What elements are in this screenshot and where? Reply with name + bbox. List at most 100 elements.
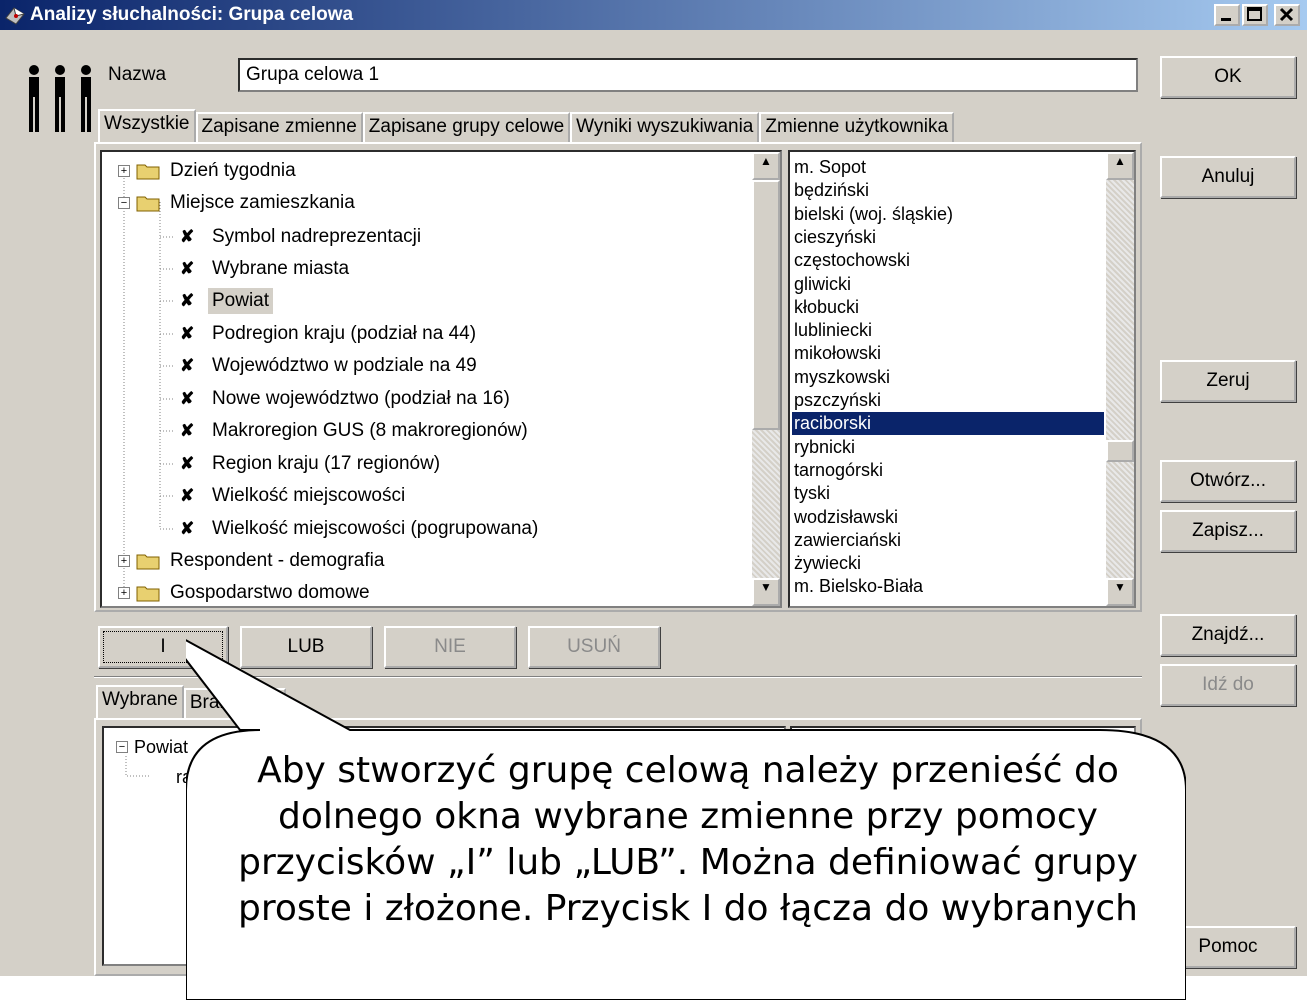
- selected-root[interactable]: − Powiat: [116, 732, 188, 762]
- variable-tree[interactable]: + Dzień tygodnia − Miejsce zamieszkania …: [100, 150, 782, 608]
- save-button-label: Zapisz...: [1192, 520, 1264, 541]
- save-button[interactable]: Zapisz...: [1160, 510, 1296, 552]
- tree-scrollbar[interactable]: ▲ ▼: [752, 152, 780, 606]
- window-title: Analizy słuchalności: Grupa celowa: [30, 4, 354, 25]
- list-item[interactable]: zawierciański: [794, 529, 901, 552]
- tree-item[interactable]: ✘ Województwo w podziale na 49: [180, 351, 477, 381]
- variable-x-icon: ✘: [180, 454, 195, 473]
- tree-item-label: Wielkość miejscowości (pogrupowana): [212, 518, 539, 539]
- tab-zapisane-zmienne[interactable]: Zapisane zmienne: [195, 112, 363, 142]
- tree-item-label: Wybrane miasta: [212, 258, 350, 279]
- tree-item-label: Województwo w podziale na 49: [212, 355, 477, 376]
- tree-item-label: Powiat: [208, 288, 274, 314]
- tab-zmienne-uzytkownika[interactable]: Zmienne użytkownika: [759, 112, 955, 142]
- and-button-label: I: [160, 636, 166, 657]
- open-folder-icon: [136, 196, 160, 212]
- ok-button-label: OK: [1214, 66, 1242, 87]
- name-input[interactable]: Grupa celowa 1: [238, 58, 1138, 92]
- variable-x-icon: ✘: [180, 291, 195, 310]
- tab-zapisane-grupy-celowe[interactable]: Zapisane grupy celowe: [362, 112, 571, 142]
- scroll-thumb[interactable]: [752, 180, 780, 430]
- list-item[interactable]: częstochowski: [794, 249, 910, 272]
- expand-icon[interactable]: +: [118, 165, 130, 177]
- tree-folder-label: Respondent - demografia: [170, 550, 385, 571]
- folder-icon: [136, 554, 160, 570]
- maximize-button[interactable]: [1242, 4, 1268, 26]
- values-scrollbar[interactable]: ▲ ▼: [1106, 152, 1134, 606]
- list-item[interactable]: m. Sopot: [794, 156, 866, 179]
- tree-item[interactable]: ✘ Wybrane miasta: [180, 254, 349, 284]
- expand-icon[interactable]: +: [118, 587, 130, 599]
- tree-folder[interactable]: + Respondent - demografia: [118, 546, 384, 576]
- list-item[interactable]: lubliniecki: [794, 319, 872, 342]
- expand-icon[interactable]: +: [118, 555, 130, 567]
- list-item[interactable]: myszkowski: [794, 366, 890, 389]
- list-item[interactable]: tyski: [794, 482, 830, 505]
- open-button[interactable]: Otwórz...: [1160, 460, 1296, 502]
- list-item[interactable]: rybnicki: [794, 436, 855, 459]
- list-item[interactable]: cieszyński: [794, 226, 876, 249]
- tree-folder[interactable]: − Miejsce zamieszkania: [118, 188, 355, 218]
- title-bar[interactable]: Analizy słuchalności: Grupa celowa: [0, 0, 1307, 30]
- cancel-button[interactable]: Anuluj: [1160, 156, 1296, 198]
- help-button-label: Pomoc: [1198, 936, 1258, 957]
- tab-wyniki-wyszukiwania[interactable]: Wyniki wyszukiwania: [570, 112, 760, 142]
- chart-app-icon: [5, 7, 25, 25]
- dialog-window: Analizy słuchalności: Grupa celowa Nazwa…: [0, 0, 1307, 1000]
- scroll-up-button[interactable]: ▲: [752, 152, 780, 180]
- close-icon: [1279, 7, 1294, 22]
- ok-button[interactable]: OK: [1160, 56, 1296, 98]
- list-item[interactable]: bielski (woj. śląskie): [794, 203, 953, 226]
- tree-item[interactable]: ✘ Wielkość miejscowości: [180, 481, 405, 511]
- close-button[interactable]: [1274, 4, 1300, 26]
- tree-folder[interactable]: + Dzień tygodnia: [118, 156, 296, 186]
- minimize-button[interactable]: [1214, 4, 1240, 26]
- tree-item-label: Region kraju (17 regionów): [212, 453, 441, 474]
- goto-button-label: Idź do: [1202, 674, 1254, 695]
- list-item[interactable]: m. Bielsko-Biała: [794, 575, 923, 598]
- folder-icon: [136, 586, 160, 602]
- scroll-thumb[interactable]: [1106, 440, 1134, 462]
- tree-item[interactable]: ✘ Makroregion GUS (8 makroregionów): [180, 416, 528, 446]
- tree-item-label: Symbol nadreprezentacji: [212, 226, 422, 247]
- variable-x-icon: ✘: [180, 356, 195, 375]
- reset-button-label: Zeruj: [1206, 370, 1250, 391]
- list-item[interactable]: gliwicki: [794, 273, 851, 296]
- cancel-button-label: Anuluj: [1201, 166, 1255, 187]
- variable-tabs: Wszystkie Zapisane zmienne Zapisane grup…: [98, 109, 955, 145]
- tree-item[interactable]: ✘ Symbol nadreprezentacji: [180, 222, 421, 252]
- list-item[interactable]: kłobucki: [794, 296, 859, 319]
- callout-text: Aby stworzyć grupę celową należy przenie…: [237, 750, 1139, 929]
- list-item[interactable]: żywiecki: [794, 552, 861, 575]
- collapse-icon[interactable]: −: [118, 197, 130, 209]
- tree-item-label: Nowe województwo (podział na 16): [212, 388, 510, 409]
- values-list[interactable]: m. Sopot będziński bielski (woj. śląskie) c…: [788, 150, 1136, 608]
- variable-x-icon: ✘: [180, 324, 195, 343]
- list-item[interactable]: tarnogórski: [794, 459, 883, 482]
- people-icon: [29, 65, 91, 132]
- collapse-icon[interactable]: −: [116, 741, 128, 753]
- list-item[interactable]: pszczyński: [794, 389, 881, 412]
- list-item-selected[interactable]: raciborski: [792, 412, 1104, 436]
- name-label: Nazwa: [108, 64, 167, 85]
- variable-x-icon: ✘: [180, 486, 195, 505]
- tree-item[interactable]: ✘ Podregion kraju (podział na 44): [180, 319, 476, 349]
- find-button-label: Znajdź...: [1191, 624, 1265, 645]
- tab-wybrane[interactable]: Wybrane: [96, 685, 184, 718]
- tree-item[interactable]: ✘ Region kraju (17 regionów): [180, 449, 440, 479]
- variable-x-icon: ✘: [180, 519, 195, 538]
- tree-folder-label: Miejsce zamieszkania: [170, 192, 355, 213]
- minimize-icon: [1221, 18, 1231, 21]
- reset-button[interactable]: Zeruj: [1160, 360, 1296, 402]
- tree-item-label: Wielkość miejscowości: [212, 485, 406, 506]
- tree-item[interactable]: ✘ Nowe województwo (podział na 16): [180, 384, 510, 414]
- scroll-up-button[interactable]: ▲: [1106, 152, 1134, 180]
- list-item[interactable]: mikołowski: [794, 342, 881, 365]
- list-item[interactable]: będziński: [794, 179, 869, 202]
- tree-item[interactable]: ✘ Wielkość miejscowości (pogrupowana): [180, 514, 538, 544]
- maximize-icon: [1247, 7, 1262, 21]
- tree-item-selected[interactable]: ✘ Powiat: [180, 286, 274, 316]
- list-item[interactable]: wodzisławski: [794, 506, 898, 529]
- variable-x-icon: ✘: [180, 389, 195, 408]
- tab-wszystkie[interactable]: Wszystkie: [98, 109, 196, 142]
